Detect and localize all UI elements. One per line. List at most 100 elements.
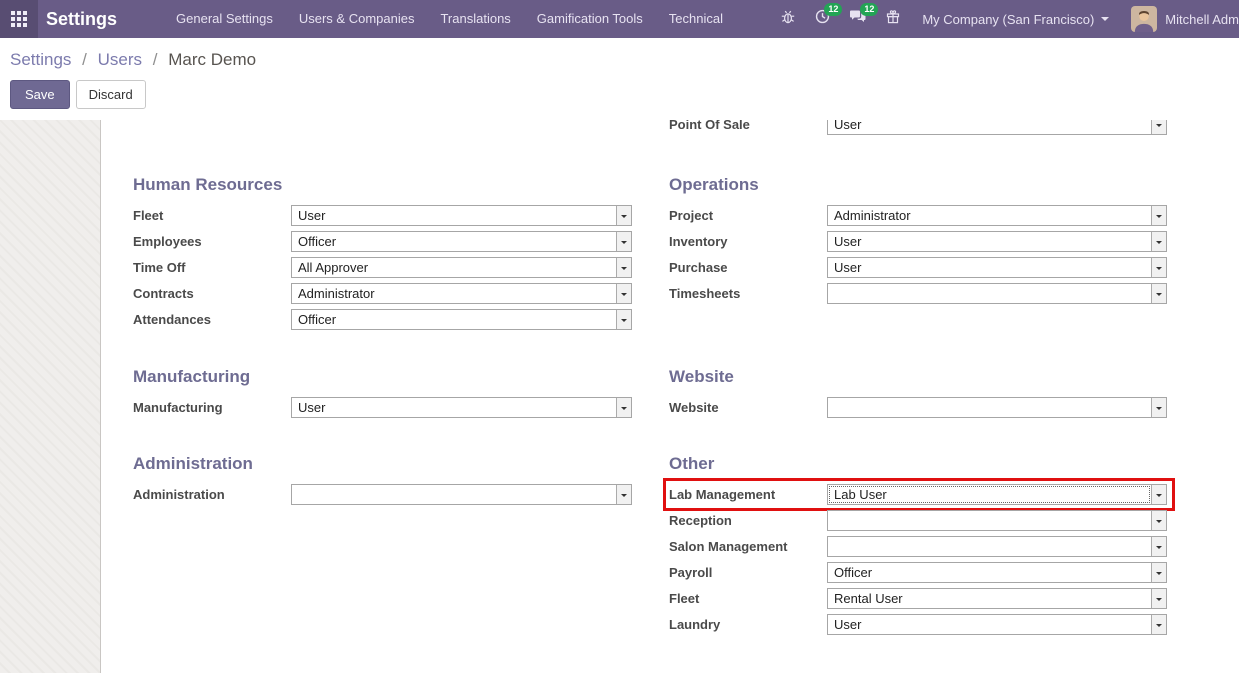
dropdown-arrow-icon: [1151, 232, 1166, 251]
dropdown-arrow-icon: [1151, 511, 1166, 530]
select-laundry[interactable]: User: [827, 614, 1167, 635]
dropdown-arrow-icon: [1151, 258, 1166, 277]
field-label: Fleet: [669, 591, 827, 606]
dropdown-arrow-icon: [1151, 563, 1166, 582]
select-value: User: [828, 615, 1151, 634]
form-row: Point Of Sale User: [669, 120, 1167, 135]
select-website[interactable]: [827, 397, 1167, 418]
select-reception[interactable]: [827, 510, 1167, 531]
field-label: Laundry: [669, 617, 827, 632]
menu-item-gamification-tools[interactable]: Gamification Tools: [524, 0, 656, 38]
breadcrumb-current: Marc Demo: [168, 50, 256, 69]
breadcrumb-separator: /: [153, 50, 158, 69]
select-value: [828, 284, 1151, 303]
dropdown-arrow-icon: [1151, 615, 1166, 634]
messages-button[interactable]: 12: [840, 0, 876, 38]
select-lab-management[interactable]: Lab User: [827, 484, 1167, 505]
user-avatar: [1131, 6, 1157, 32]
form-row: FleetUser: [133, 205, 632, 226]
form-row: EmployeesOfficer: [133, 231, 632, 252]
dropdown-arrow-icon: [1151, 398, 1166, 417]
gift-button[interactable]: [876, 0, 910, 38]
section-title: Administration: [133, 455, 632, 472]
save-button[interactable]: Save: [10, 80, 70, 109]
menu-item-technical[interactable]: Technical: [656, 0, 736, 38]
section-title: Other: [669, 455, 1167, 472]
select-value: Officer: [292, 232, 616, 251]
form-row: InventoryUser: [669, 231, 1167, 252]
user-menu[interactable]: Mitchell Adm: [1121, 6, 1239, 32]
apps-menu-button[interactable]: [0, 0, 38, 38]
select-point-of-sale[interactable]: User: [827, 120, 1167, 135]
select-project[interactable]: Administrator: [827, 205, 1167, 226]
section-title: Website: [669, 368, 1167, 385]
select-manufacturing[interactable]: User: [291, 397, 632, 418]
control-panel: Settings / Users / Marc Demo Save Discar…: [0, 38, 1239, 120]
dropdown-arrow-icon: [616, 485, 631, 504]
select-timesheets[interactable]: [827, 283, 1167, 304]
menu-item-general-settings[interactable]: General Settings: [163, 0, 286, 38]
action-buttons: Save Discard: [10, 80, 1239, 109]
select-value: Rental User: [828, 589, 1151, 608]
select-fleet[interactable]: User: [291, 205, 632, 226]
form-row: ProjectAdministrator: [669, 205, 1167, 226]
select-value: All Approver: [292, 258, 616, 277]
field-label: Inventory: [669, 234, 827, 249]
select-value: User: [828, 258, 1151, 277]
select-employees[interactable]: Officer: [291, 231, 632, 252]
dropdown-arrow-icon: [1151, 120, 1166, 134]
field-label: Contracts: [133, 286, 291, 301]
select-value: User: [292, 206, 616, 225]
select-value: User: [828, 232, 1151, 251]
topbar: Settings General Settings Users & Compan…: [0, 0, 1239, 38]
select-value: Lab User: [828, 485, 1151, 504]
dropdown-arrow-icon: [616, 310, 631, 329]
form-row: PayrollOfficer: [669, 562, 1167, 583]
select-value: Officer: [828, 563, 1151, 582]
app-title[interactable]: Settings: [46, 9, 117, 30]
activities-button[interactable]: 12: [805, 0, 840, 38]
debug-button[interactable]: [771, 0, 805, 38]
select-inventory[interactable]: User: [827, 231, 1167, 252]
select-administration[interactable]: [291, 484, 632, 505]
clipped-top-row: Point Of Sale User: [669, 120, 1167, 136]
right-column: Point Of Sale User OperationsProjectAdmi…: [669, 120, 1167, 673]
content: Human ResourcesFleetUserEmployeesOfficer…: [0, 120, 1239, 673]
form-section: Administration Administration: [133, 455, 632, 505]
select-purchase[interactable]: User: [827, 257, 1167, 278]
bug-icon: [780, 9, 796, 30]
select-fleet[interactable]: Rental User: [827, 588, 1167, 609]
dropdown-arrow-icon: [616, 398, 631, 417]
select-value: Officer: [292, 310, 616, 329]
left-column: Human ResourcesFleetUserEmployeesOfficer…: [133, 120, 632, 673]
dropdown-arrow-icon: [616, 206, 631, 225]
topbar-menu: General Settings Users & Companies Trans…: [163, 0, 736, 38]
menu-item-users-companies[interactable]: Users & Companies: [286, 0, 428, 38]
select-attendances[interactable]: Officer: [291, 309, 632, 330]
select-value: [828, 511, 1151, 530]
form-row: Timesheets: [669, 283, 1167, 304]
caret-down-icon: [1101, 17, 1109, 25]
discard-button[interactable]: Discard: [76, 80, 146, 109]
form-row: Administration: [133, 484, 632, 505]
breadcrumb-users[interactable]: Users: [98, 50, 142, 69]
form-section: ManufacturingManufacturingUser: [133, 368, 632, 455]
menu-item-translations[interactable]: Translations: [427, 0, 523, 38]
select-time-off[interactable]: All Approver: [291, 257, 632, 278]
dropdown-arrow-icon: [616, 284, 631, 303]
form-row: AttendancesOfficer: [133, 309, 632, 330]
company-menu[interactable]: My Company (San Francisco): [910, 12, 1121, 27]
select-value: [828, 537, 1151, 556]
select-salon-management[interactable]: [827, 536, 1167, 557]
select-contracts[interactable]: Administrator: [291, 283, 632, 304]
breadcrumb: Settings / Users / Marc Demo: [10, 50, 1239, 70]
form-row: Salon Management: [669, 536, 1167, 557]
apps-grid-icon: [11, 11, 27, 27]
select-value: Administrator: [828, 206, 1151, 225]
select-payroll[interactable]: Officer: [827, 562, 1167, 583]
form-row: FleetRental User: [669, 588, 1167, 609]
breadcrumb-settings[interactable]: Settings: [10, 50, 71, 69]
dropdown-arrow-icon: [1151, 589, 1166, 608]
select-value: User: [292, 398, 616, 417]
user-name: Mitchell Adm: [1165, 12, 1239, 27]
